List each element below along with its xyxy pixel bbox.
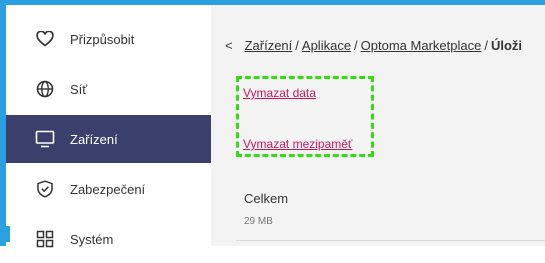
back-button[interactable]: < <box>225 38 233 53</box>
breadcrumb-link-device[interactable]: Zařízení <box>245 38 293 53</box>
sidebar-item-device[interactable]: Zařízení <box>6 115 211 163</box>
grid-icon <box>34 228 56 250</box>
sidebar-item-label: Síť <box>70 81 88 97</box>
breadcrumb: < Zařízení / Aplikace / Optoma Marketplace / Úl… <box>225 38 522 53</box>
main-panel: < Zařízení / Aplikace / Optoma Marketplace / Úl… <box>211 5 545 246</box>
sidebar-accent-bar <box>6 226 10 242</box>
sidebar-item-network[interactable]: Síť <box>6 65 211 113</box>
sidebar-item-label: Přizpůsobit <box>70 31 135 47</box>
sidebar-item-customize[interactable]: Přizpůsobit <box>6 15 211 63</box>
shield-check-icon <box>34 178 56 200</box>
breadcrumb-link-apps[interactable]: Aplikace <box>302 38 351 53</box>
total-storage-label: Celkem <box>244 191 289 206</box>
divider <box>236 240 545 241</box>
sidebar: Přizpůsobit Síť Zařízení Zabezpečení Sys… <box>6 5 211 248</box>
breadcrumb-link-marketplace[interactable]: Optoma Marketplace <box>361 38 482 53</box>
globe-icon <box>34 78 56 100</box>
sidebar-item-security[interactable]: Zabezpečení <box>6 165 211 213</box>
sidebar-item-label: Zařízení <box>70 131 118 147</box>
breadcrumb-separator: / <box>354 38 358 53</box>
clear-data-link[interactable]: Vymazat data <box>243 86 316 100</box>
clear-cache-link[interactable]: Vymazat mezipaměť <box>243 137 352 151</box>
breadcrumb-separator: / <box>295 38 299 53</box>
monitor-icon <box>34 128 56 150</box>
total-storage-value: 29 MB <box>244 216 273 227</box>
sidebar-item-label: Zabezpečení <box>70 181 146 197</box>
breadcrumb-separator: / <box>484 38 488 53</box>
heart-icon <box>34 28 56 50</box>
sidebar-item-system[interactable]: Systém <box>6 215 211 263</box>
sidebar-item-label: Systém <box>70 231 114 247</box>
breadcrumb-current: Úloži <box>490 38 523 53</box>
